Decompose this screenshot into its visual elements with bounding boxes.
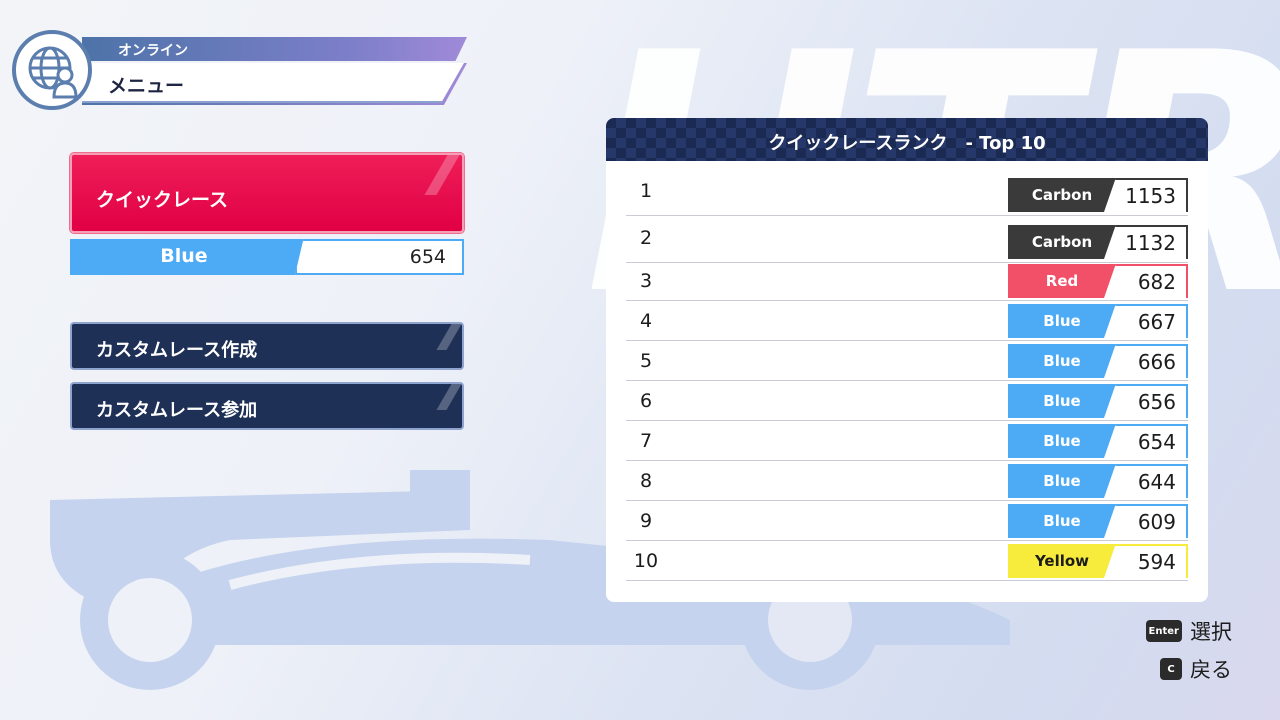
rank-position: 3 xyxy=(639,270,653,292)
player-team-chip: Blue xyxy=(70,239,310,275)
rank-points: 666 xyxy=(1104,344,1188,378)
quick-race-button[interactable]: クイックレース xyxy=(70,153,464,233)
team-chip: Blue xyxy=(1008,384,1116,418)
player-team-score: 654 xyxy=(409,246,446,268)
quick-race-label: クイックレース xyxy=(96,189,229,211)
page-header: オンライン メニュー xyxy=(12,30,472,110)
rank-position: 8 xyxy=(639,470,653,492)
custom-race-create-button[interactable]: カスタムレース作成 xyxy=(70,322,464,370)
custom-race-create-label: カスタムレース作成 xyxy=(96,340,258,361)
rank-points: 609 xyxy=(1104,504,1188,538)
rank-position: 9 xyxy=(639,510,653,532)
rank-points: 1153 xyxy=(1104,178,1188,212)
ranking-title: クイックレースランク - Top 10 xyxy=(768,133,1046,154)
team-chip: Blue xyxy=(1008,344,1116,378)
back-label: 戻る xyxy=(1190,658,1232,682)
rank-position: 5 xyxy=(639,350,653,372)
rank-points: 644 xyxy=(1104,464,1188,498)
rank-points: 682 xyxy=(1104,264,1188,298)
team-chip: Carbon xyxy=(1008,225,1116,259)
ranking-row: 5 Blue 666 xyxy=(626,341,1188,381)
player-team-name: Blue xyxy=(160,245,208,267)
online-globe-icon xyxy=(12,30,92,110)
ranking-header: クイックレースランク - Top 10 xyxy=(606,118,1208,161)
select-label: 選択 xyxy=(1190,620,1232,644)
select-control-hint: Enter 選択 xyxy=(1145,618,1232,644)
rank-points: 667 xyxy=(1104,304,1188,338)
c-key-icon: C xyxy=(1160,658,1182,680)
button-stripe-decoration xyxy=(424,155,460,195)
back-control-hint: C 戻る xyxy=(1160,656,1232,682)
page-title: メニュー xyxy=(108,75,185,97)
button-stripe-decoration xyxy=(436,324,462,350)
team-chip: Carbon xyxy=(1008,178,1116,212)
header-category-tab: オンライン xyxy=(82,37,467,61)
ranking-row: 10 Yellow 594 xyxy=(626,541,1188,581)
ranking-row: 1 Carbon 1153 xyxy=(626,171,1188,216)
player-team-score-bar: Blue 654 xyxy=(70,239,464,275)
rank-position: 7 xyxy=(639,430,653,452)
rank-points: 1132 xyxy=(1104,225,1188,259)
rank-points: 654 xyxy=(1104,424,1188,458)
team-chip: Red xyxy=(1008,264,1116,298)
player-team-score-box: 654 xyxy=(295,239,464,275)
ranking-row: 8 Blue 644 xyxy=(626,461,1188,501)
rank-points: 594 xyxy=(1104,544,1188,578)
enter-key-icon: Enter xyxy=(1145,620,1182,642)
rank-points: 656 xyxy=(1104,384,1188,418)
ranking-row: 2 Carbon 1132 xyxy=(626,218,1188,263)
ranking-row: 6 Blue 656 xyxy=(626,381,1188,421)
team-chip: Yellow xyxy=(1008,544,1116,578)
rank-position: 10 xyxy=(633,550,659,572)
rank-position: 1 xyxy=(639,180,653,202)
rank-position: 2 xyxy=(639,227,653,249)
button-stripe-decoration xyxy=(436,384,462,410)
ranking-panel: クイックレースランク - Top 10 1 Carbon 1153 2 Carbon 11… xyxy=(606,118,1208,602)
rank-position: 6 xyxy=(639,390,653,412)
team-chip: Blue xyxy=(1008,464,1116,498)
team-chip: Blue xyxy=(1008,304,1116,338)
rank-position: 4 xyxy=(639,310,653,332)
header-category: オンライン xyxy=(118,43,188,59)
ranking-row: 9 Blue 609 xyxy=(626,501,1188,541)
team-chip: Blue xyxy=(1008,424,1116,458)
ranking-row: 3 Red 682 xyxy=(626,261,1188,301)
custom-race-join-label: カスタムレース参加 xyxy=(96,400,258,421)
custom-race-join-button[interactable]: カスタムレース参加 xyxy=(70,382,464,430)
ranking-row: 4 Blue 667 xyxy=(626,301,1188,341)
header-title-tab: メニュー xyxy=(82,63,464,103)
ranking-row: 7 Blue 654 xyxy=(626,421,1188,461)
team-chip: Blue xyxy=(1008,504,1116,538)
